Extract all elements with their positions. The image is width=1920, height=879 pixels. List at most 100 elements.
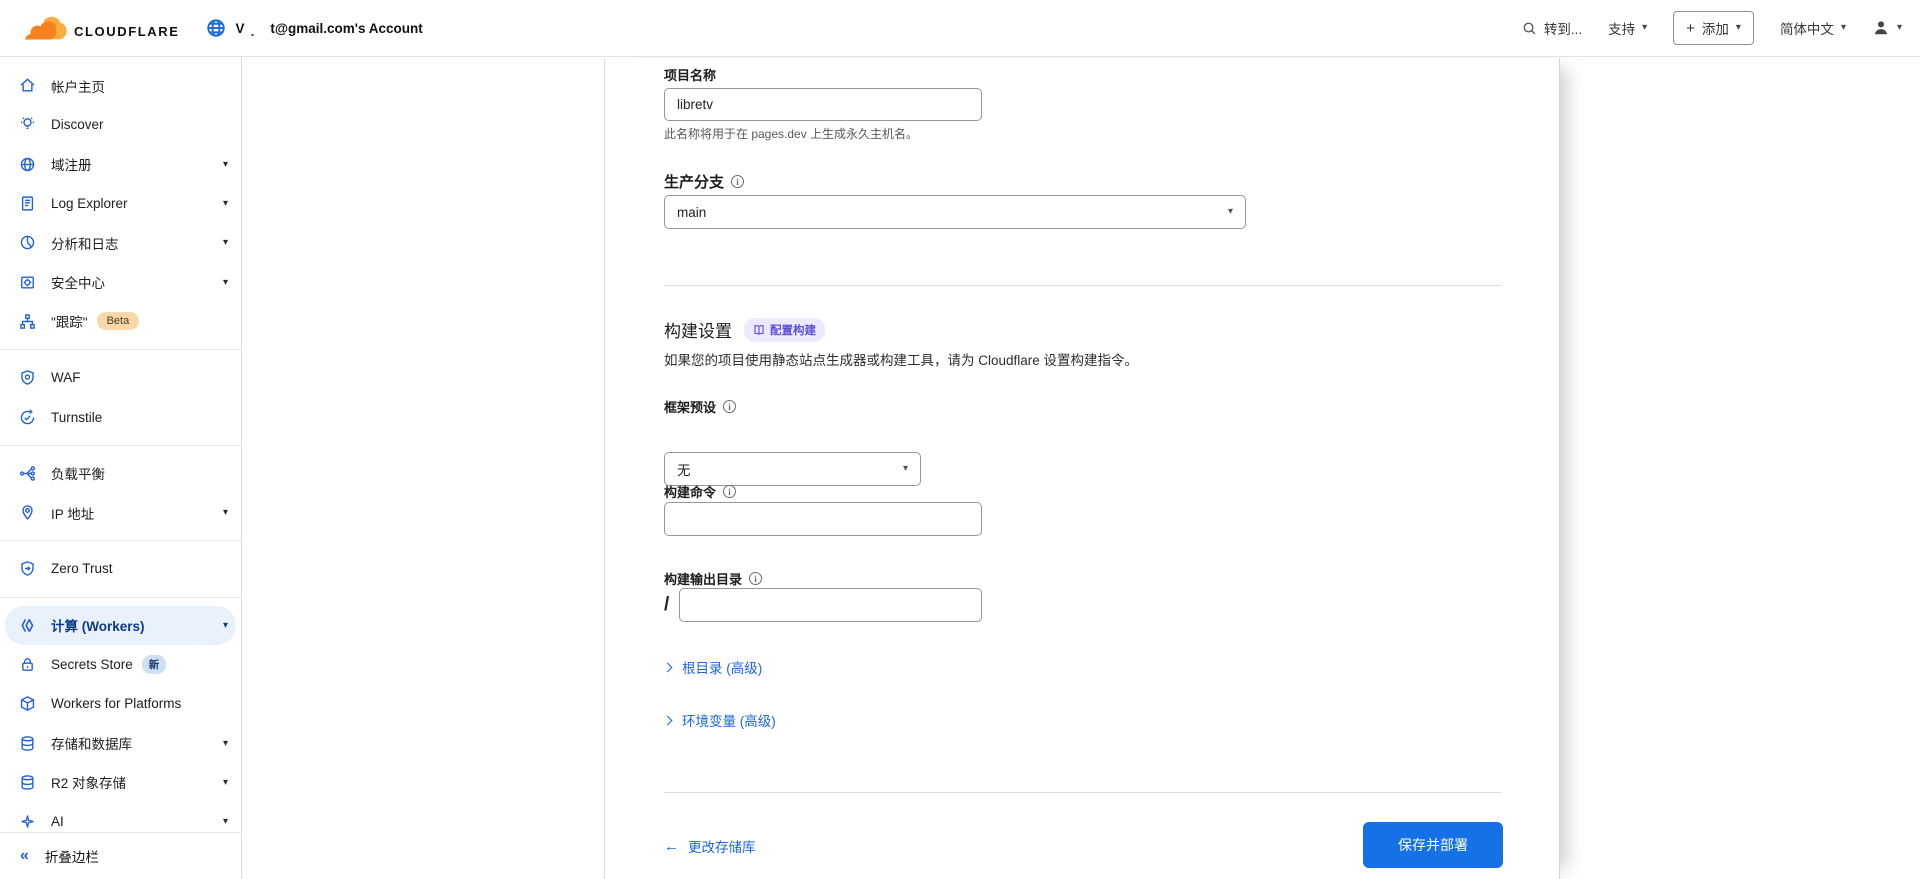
- sidebar-item-turnstile[interactable]: Turnstile: [0, 397, 241, 436]
- globe-icon: [206, 19, 225, 37]
- project-name-input[interactable]: [664, 88, 982, 121]
- chevron-right-icon: [662, 662, 673, 672]
- lightbulb-icon: [19, 116, 36, 133]
- chevron-down-icon: ▾: [1840, 22, 1846, 33]
- chevron-down-icon: ▾: [1896, 22, 1902, 33]
- sidebar-item-label: Turnstile: [51, 409, 103, 425]
- chevron-down-icon: ▾: [1227, 206, 1233, 217]
- sidebar-item-globe[interactable]: 域注册 ▾: [0, 145, 241, 184]
- build-settings-description: 如果您的项目使用静态站点生成器或构建工具，请为 Cloudflare 设置构建指…: [664, 353, 1139, 368]
- sidebar-item-lock[interactable]: Secrets Store 新: [0, 645, 241, 684]
- sidebar-item-waf[interactable]: WAF: [0, 358, 241, 397]
- sidebar-item-label: IP 地址: [51, 506, 95, 522]
- language-menu[interactable]: 简体中文 ▾: [1780, 18, 1846, 38]
- support-label: 支持: [1608, 22, 1636, 37]
- chevron-down-icon: ▾: [222, 507, 228, 519]
- chevron-down-icon: ▾: [222, 776, 228, 788]
- environment-variables-link[interactable]: 环境变量 (高级): [662, 710, 776, 730]
- waf-icon: [19, 369, 36, 386]
- chevron-down-icon: ▾: [222, 237, 228, 249]
- change-repository-link[interactable]: ← 更改存储库: [664, 836, 756, 856]
- add-button[interactable]: + 添加 ▾: [1673, 11, 1754, 45]
- info-icon[interactable]: i: [723, 400, 737, 413]
- project-name-helper: 此名称将用于在 pages.dev 上生成永久主机名。: [664, 127, 919, 141]
- sidebar-item-label: 安全中心: [51, 276, 105, 292]
- sidebar-item-workers[interactable]: 计算 (Workers) ▾: [5, 605, 236, 645]
- account-prefix: V: [235, 20, 245, 36]
- section-divider: [664, 285, 1502, 286]
- sidebar-item-label: Workers for Platforms: [51, 696, 182, 712]
- framework-preset-label: 框架预设 i: [664, 397, 737, 416]
- framework-preset-value: 无: [677, 463, 691, 478]
- configure-build-badge[interactable]: 配置构建: [744, 317, 825, 342]
- globe-icon: [19, 156, 36, 173]
- sidebar-item-log[interactable]: Log Explorer ▾: [0, 184, 241, 223]
- project-name-label: 项目名称: [664, 68, 717, 83]
- root-directory-link[interactable]: 根目录 (高级): [662, 657, 762, 677]
- sidebar-divider: [0, 349, 241, 351]
- chevron-down-icon: ▾: [902, 463, 908, 474]
- sidebar-item-trace[interactable]: "跟踪" Beta: [0, 302, 241, 341]
- beta-badge: Beta: [96, 312, 140, 331]
- chevron-down-icon: ▾: [1642, 22, 1648, 33]
- add-label: 添加: [1701, 22, 1729, 37]
- cloudflare-cloud-icon: [25, 16, 67, 40]
- account-dot: .: [250, 23, 255, 39]
- footer-divider: [664, 792, 1502, 793]
- zero-trust-icon: [19, 560, 36, 577]
- sidebar: 帐户主页 Discover 域注册 ▾ Log Explorer ▾ 分析和日志 ▾ 安全中心 ▾…: [0, 57, 242, 879]
- account-switcher[interactable]: V . t@gmail.com's Account: [206, 18, 423, 39]
- sidebar-item-label: Log Explorer: [51, 196, 128, 212]
- production-branch-value: main: [677, 204, 707, 220]
- info-icon[interactable]: i: [749, 572, 763, 585]
- build-command-input[interactable]: [664, 502, 982, 536]
- security-icon: [19, 274, 36, 291]
- info-icon[interactable]: i: [723, 485, 737, 498]
- person-icon: [1874, 21, 1888, 35]
- home-icon: [19, 77, 36, 94]
- sidebar-item-storage[interactable]: 存储和数据库 ▾: [0, 723, 241, 762]
- load-balancer-icon: [19, 465, 36, 482]
- sidebar-item-label: AI: [51, 814, 64, 830]
- sidebar-item-analytics[interactable]: 分析和日志 ▾: [0, 223, 241, 262]
- arrow-left-icon: ←: [664, 837, 679, 855]
- sidebar-item-label: 计算 (Workers): [51, 619, 145, 635]
- sidebar-item-label: 帐户主页: [51, 79, 105, 95]
- sidebar-item-label: Zero Trust: [51, 561, 113, 577]
- sidebar-item-home[interactable]: 帐户主页: [0, 66, 241, 105]
- analytics-icon: [19, 234, 36, 251]
- sidebar-item-ip[interactable]: IP 地址 ▾: [0, 493, 241, 532]
- sidebar-item-zero-trust[interactable]: Zero Trust: [0, 549, 241, 588]
- sidebar-item-label: 分析和日志: [51, 236, 119, 252]
- build-output-label: 构建输出目录 i: [664, 569, 763, 588]
- sidebar-divider: [0, 540, 241, 542]
- sidebar-item-r2[interactable]: R2 对象存储 ▾: [0, 763, 241, 802]
- double-chevron-left-icon: «: [20, 847, 29, 864]
- support-menu[interactable]: 支持 ▾: [1608, 18, 1647, 38]
- user-menu[interactable]: ▾: [1872, 19, 1902, 37]
- sidebar-item-lightbulb[interactable]: Discover: [0, 105, 241, 144]
- search-icon: [1523, 22, 1536, 34]
- sidebar-item-label: Secrets Store: [51, 657, 133, 672]
- workers-icon: [19, 617, 36, 634]
- info-icon[interactable]: i: [731, 175, 745, 188]
- build-command-label: 构建命令 i: [664, 482, 737, 501]
- collapse-sidebar-button[interactable]: « 折叠边栏: [0, 832, 241, 879]
- language-label: 简体中文: [1779, 22, 1834, 37]
- chevron-down-icon: ▾: [1735, 22, 1741, 33]
- sidebar-item-load-balancer[interactable]: 负载平衡: [0, 454, 241, 493]
- trace-icon: [19, 313, 36, 330]
- framework-preset-select[interactable]: 无 ▾: [664, 452, 921, 486]
- production-branch-label: 生产分支 i: [664, 171, 745, 192]
- cloudflare-logo[interactable]: CLOUDFLARE: [18, 15, 180, 42]
- sidebar-item-security[interactable]: 安全中心 ▾: [0, 262, 241, 301]
- production-branch-select[interactable]: main ▾: [664, 195, 1246, 229]
- build-output-input[interactable]: [679, 588, 982, 622]
- collapse-label: 折叠边栏: [44, 850, 99, 865]
- sidebar-divider: [0, 596, 241, 598]
- save-and-deploy-button[interactable]: 保存并部署: [1363, 822, 1503, 868]
- plus-icon: +: [1686, 19, 1695, 37]
- sidebar-item-platforms[interactable]: Workers for Platforms: [0, 684, 241, 723]
- search-go-to[interactable]: 转到...: [1522, 18, 1582, 38]
- sidebar-item-label: 域注册: [51, 158, 92, 174]
